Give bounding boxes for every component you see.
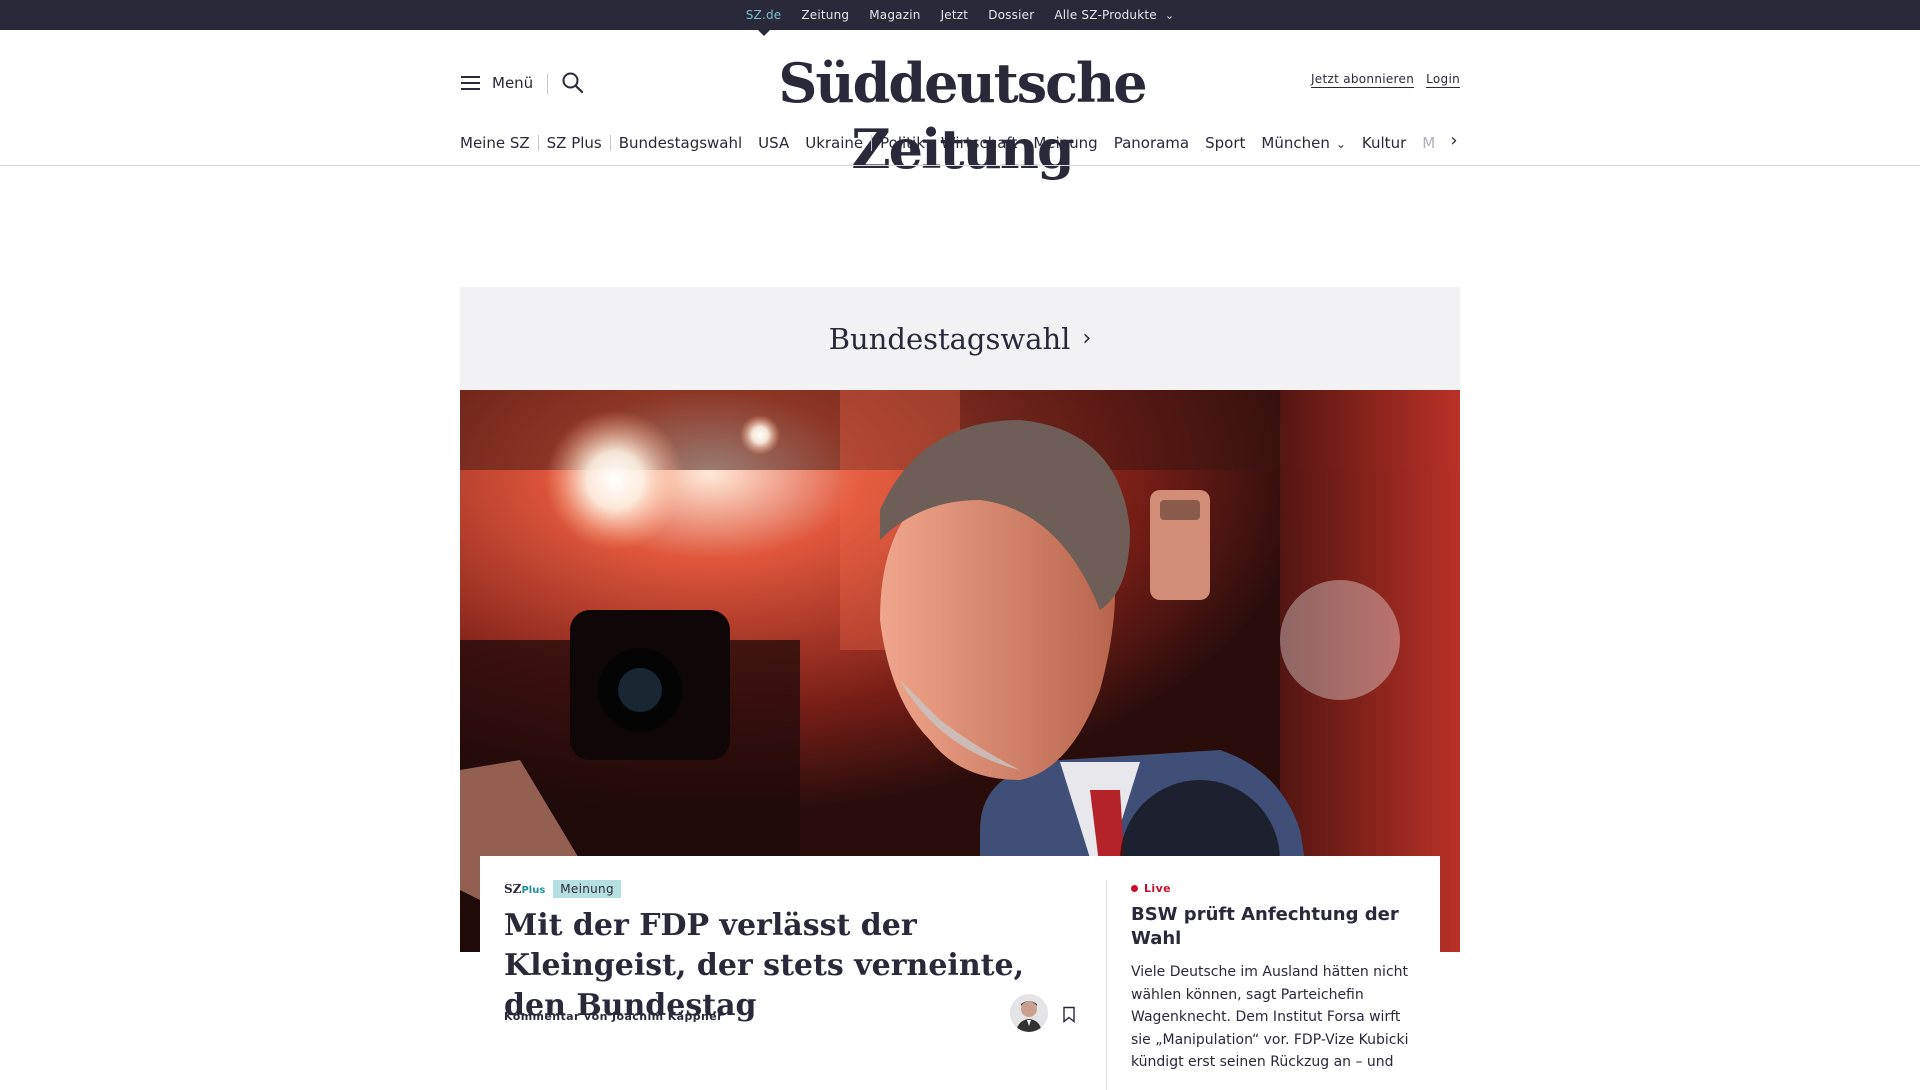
section-header-bundestagswahl[interactable]: Bundestagswahl › [460, 287, 1460, 390]
article-author: Kommentar von Joachim Käppner [504, 1010, 723, 1023]
lead-article-card: SZPlus Meinung Mit der FDP verlässt der … [480, 856, 1440, 1090]
nav-item-wirtschaft[interactable]: Wirtschaft [933, 133, 1025, 153]
top-link-jetzt[interactable]: Jetzt [941, 0, 969, 30]
subscribe-link[interactable]: Jetzt abonnieren [1310, 72, 1415, 88]
author-portrait [1010, 994, 1048, 1032]
live-label: Live [1131, 882, 1421, 895]
chevron-down-icon: ⌄ [1335, 136, 1346, 151]
nav-item-bundestagswahl[interactable]: Bundestagswahl [611, 133, 750, 153]
top-link-dossier[interactable]: Dossier [988, 0, 1034, 30]
search-button[interactable] [561, 71, 585, 95]
menu-label: Menü [492, 74, 534, 92]
chevron-right-icon: › [1450, 130, 1458, 151]
section-title: Bundestagswahl [828, 321, 1071, 356]
bookmark-button[interactable] [1062, 1006, 1076, 1023]
login-link[interactable]: Login [1426, 72, 1460, 88]
card-divider [1106, 880, 1107, 1090]
nav-item-usa[interactable]: USA [750, 133, 797, 153]
live-headline[interactable]: BSW prüft Anfechtung der Wahl [1131, 903, 1421, 951]
bookmark-icon [1063, 1006, 1075, 1023]
menu-button[interactable]: Menü [460, 72, 533, 94]
live-dot-icon [1131, 885, 1138, 892]
sz-plus-brand: SZ [504, 882, 522, 896]
chevron-right-icon: › [1082, 326, 1092, 351]
nav-item-muenchen[interactable]: München ⌄ [1253, 133, 1354, 154]
sz-plus-suffix: Plus [521, 885, 546, 896]
top-link-alle-produkte-label: Alle SZ-Produkte [1054, 7, 1157, 22]
article-badges: SZPlus Meinung [504, 880, 1084, 898]
live-teaser-text: Viele Deutsche im Ausland hätten nicht w… [1131, 964, 1409, 1070]
top-link-zeitung[interactable]: Zeitung [801, 0, 849, 30]
top-link-szde[interactable]: SZ.de [746, 0, 782, 36]
nav-rule [0, 165, 1920, 166]
nav-item-sz-plus[interactable]: SZ Plus [539, 133, 610, 153]
lead-article[interactable]: SZPlus Meinung Mit der FDP verlässt der … [504, 880, 1084, 1026]
live-article[interactable]: Live BSW prüft Anfechtung der Wahl Viele… [1131, 882, 1421, 1074]
author-avatar [1010, 994, 1048, 1032]
sz-plus-badge: SZPlus [504, 882, 545, 896]
top-link-alle-produkte[interactable]: Alle SZ-Produkte ⌄ [1054, 0, 1174, 31]
nav-item-meine-sz[interactable]: Meine SZ [460, 133, 538, 153]
header-divider [547, 74, 548, 94]
section-nav: Meine SZ SZ Plus Bundestagswahl USA Ukra… [460, 130, 1460, 156]
nav-item-kultur[interactable]: Kultur [1354, 133, 1414, 153]
nav-item-sport[interactable]: Sport [1197, 133, 1253, 153]
lead-headline[interactable]: Mit der FDP verlässt der Kleingeist, der… [504, 906, 1084, 1026]
nav-item-ukraine[interactable]: Ukraine [797, 133, 871, 153]
hamburger-icon [461, 76, 480, 90]
nav-scroll-button[interactable]: › [1444, 128, 1464, 156]
site-header: Menü Süddeutsche Zeitung Jetzt abonniere… [460, 30, 1460, 181]
live-text-label: Live [1144, 882, 1172, 895]
top-link-magazin[interactable]: Magazin [869, 0, 920, 30]
nav-item-panorama[interactable]: Panorama [1106, 133, 1197, 153]
category-tag: Meinung [553, 880, 621, 898]
site-logo[interactable]: Süddeutsche Zeitung [722, 50, 1202, 182]
search-icon [562, 72, 584, 94]
nav-item-politik[interactable]: Politik [872, 133, 933, 153]
account-links: Jetzt abonnieren Login [1310, 72, 1460, 88]
nav-item-more[interactable]: M [1414, 133, 1443, 153]
nav-item-muenchen-label: München [1261, 133, 1330, 152]
top-nav: SZ.de Zeitung Magazin Jetzt Dossier Alle… [0, 0, 1920, 36]
nav-item-meinung[interactable]: Meinung [1025, 133, 1105, 153]
chevron-down-icon: ⌄ [1164, 8, 1175, 22]
